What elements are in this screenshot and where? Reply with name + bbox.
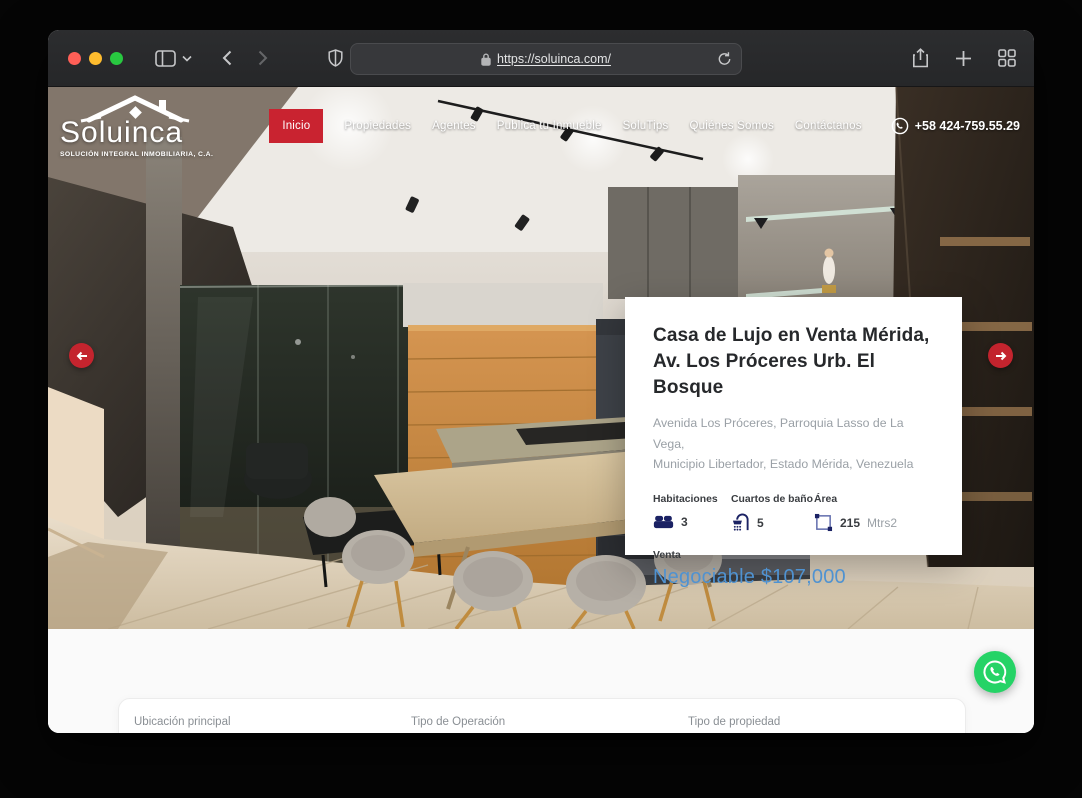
nav-item-agentes[interactable]: Agentes <box>432 120 476 132</box>
header-phone[interactable]: +58 424-759.55.29 <box>891 117 1020 135</box>
operation-label: Venta <box>653 550 934 561</box>
carousel-prev-button[interactable] <box>69 343 94 368</box>
feature-area: Área 215 Mtrs2 <box>814 494 897 532</box>
url-text: https://soluinca.com/ <box>497 52 611 66</box>
reload-icon[interactable] <box>717 51 732 67</box>
new-tab-icon[interactable] <box>955 50 972 67</box>
share-icon[interactable] <box>912 48 929 68</box>
logo-tagline: SOLUCIÓN INTEGRAL INMOBILIARIA, C.A. <box>60 151 210 158</box>
nav-item-propiedades[interactable]: Propiedades <box>344 120 411 132</box>
minimize-window-button[interactable] <box>89 52 102 65</box>
figurine-base <box>822 285 836 293</box>
address-line-1: Avenida Los Próceres, Parroquia Lasso de… <box>653 416 904 451</box>
listing-address: Avenida Los Próceres, Parroquia Lasso de… <box>653 413 934 476</box>
feature-bedrooms: Habitaciones 3 <box>653 494 731 532</box>
arrow-right-icon <box>995 351 1007 361</box>
listing-features: Habitaciones 3 Cuartos de baño <box>653 494 934 532</box>
bed-icon <box>653 513 674 530</box>
nav-item-contactanos[interactable]: Contáctanos <box>795 120 862 132</box>
tab-overview-icon[interactable] <box>998 49 1016 67</box>
zoom-window-button[interactable] <box>110 52 123 65</box>
carousel-next-button[interactable] <box>988 343 1013 368</box>
nav-item-solutips[interactable]: SoluTips <box>623 120 669 132</box>
listing-price: Negociable $107,000 <box>653 566 934 589</box>
field-tipo-de-operacion: Tipo de Operación <box>411 716 688 733</box>
sidebar-toggle-icon[interactable] <box>155 50 176 67</box>
close-window-button[interactable] <box>68 52 81 65</box>
tipo-de-propiedad-input[interactable] <box>688 730 948 734</box>
site-logo[interactable]: Soluinca SOLUCIÓN INTEGRAL INMOBILIARIA,… <box>60 94 210 158</box>
whatsapp-fab-icon <box>982 659 1008 685</box>
hero-section: Soluinca SOLUCIÓN INTEGRAL INMOBILIARIA,… <box>48 87 1034 629</box>
window-controls <box>68 52 123 65</box>
whatsapp-fab[interactable] <box>974 651 1016 693</box>
site-header: Soluinca SOLUCIÓN INTEGRAL INMOBILIARIA,… <box>48 87 1034 165</box>
phone-number: +58 424-759.55.29 <box>915 119 1020 133</box>
browser-toolbar: https://soluinca.com/ <box>48 30 1034 87</box>
lock-icon <box>481 53 491 66</box>
forward-button-icon[interactable] <box>258 50 268 66</box>
webpage: Soluinca SOLUCIÓN INTEGRAL INMOBILIARIA,… <box>48 87 1034 733</box>
content-below-hero: Ubicación principal Tipo de Operación Ti… <box>48 629 1034 733</box>
tipo-de-operacion-input[interactable] <box>411 730 671 734</box>
nav-item-quienes-somos[interactable]: Quiénes Somos <box>689 120 773 132</box>
logo-name: Soluinca <box>60 118 210 148</box>
browser-window: https://soluinca.com/ <box>48 30 1034 733</box>
area-icon <box>814 513 833 532</box>
figurine <box>823 256 835 284</box>
listing-card[interactable]: Casa de Lujo en Venta Mérida, Av. Los Pr… <box>625 297 962 555</box>
feature-bathrooms: Cuartos de baño 5 <box>731 494 814 532</box>
shower-icon <box>731 513 750 532</box>
listing-title: Casa de Lujo en Venta Mérida, Av. Los Pr… <box>653 323 934 402</box>
ubicacion-principal-input[interactable] <box>134 730 394 734</box>
address-bar[interactable]: https://soluinca.com/ <box>350 43 742 75</box>
field-tipo-de-propiedad: Tipo de propiedad <box>688 716 965 733</box>
nav-item-publica-tu-inmueble[interactable]: Publica tu Inmueble <box>497 120 602 132</box>
property-search-card: Ubicación principal Tipo de Operación Ti… <box>118 698 966 733</box>
arrow-left-icon <box>76 351 88 361</box>
field-ubicacion-principal: Ubicación principal <box>134 716 411 733</box>
nav-item-inicio[interactable]: Inicio <box>269 109 323 143</box>
privacy-shield-icon[interactable] <box>328 49 343 67</box>
display-shelves <box>608 175 910 299</box>
sidebar-chevron-down-icon[interactable] <box>182 55 192 62</box>
main-nav: Inicio Propiedades Agentes Publica tu In… <box>269 109 1020 143</box>
back-button-icon[interactable] <box>222 50 232 66</box>
address-line-2: Municipio Libertador, Estado Mérida, Ven… <box>653 457 913 471</box>
whatsapp-icon <box>891 117 909 135</box>
structural-column <box>146 137 182 567</box>
